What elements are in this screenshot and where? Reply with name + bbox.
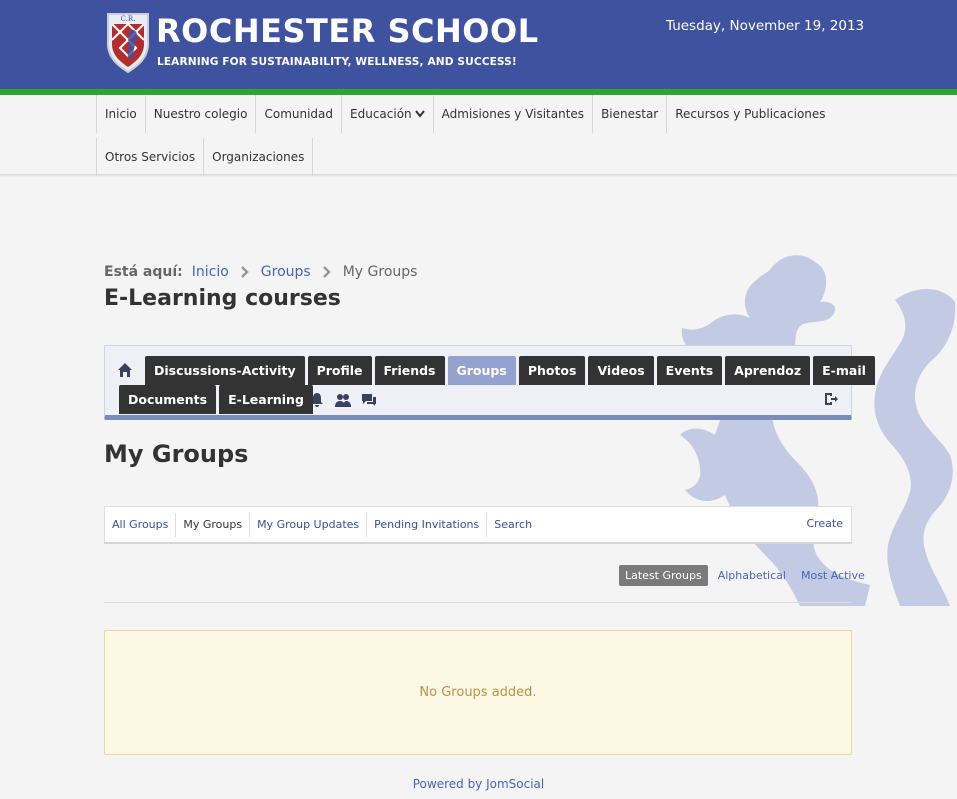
breadcrumb-link-inicio[interactable]: Inicio [192,264,229,280]
empty-groups-message: No Groups added. [419,685,537,700]
tab-documents[interactable]: Documents [119,385,217,414]
groups-subnav: All Groups My Groups My Group Updates Pe… [104,506,852,544]
nav-item-comunidad[interactable]: Comunidad [255,95,341,133]
lion-watermark-image [680,255,956,606]
empty-groups-notice: No Groups added. [104,630,852,755]
breadcrumb-current: My Groups [342,264,418,280]
home-icon[interactable] [117,362,133,378]
tab-e-learning[interactable]: E-Learning [219,385,313,414]
chevron-right-icon [322,266,331,278]
friends-requests-icon[interactable] [335,392,351,408]
subnav-my-group-updates[interactable]: My Group Updates [250,512,368,537]
tab-groups[interactable]: Groups [447,356,516,385]
divider [104,602,852,603]
section-title: My Groups [104,440,249,468]
site-header: C.R. ROCHESTER SCHOOL LEARNING FOR SUSTA… [0,0,957,89]
subnav-all-groups[interactable]: All Groups [105,512,177,537]
nav-item-educacion-label: Educación [350,107,412,121]
sort-options: Latest Groups Alphabetical Most Active [619,565,865,586]
logout-icon[interactable] [823,391,839,407]
messages-icon[interactable] [361,392,377,408]
tab-aprendoz[interactable]: Aprendoz [725,356,811,385]
create-group-link[interactable]: Create [806,517,843,530]
school-crest-logo[interactable]: C.R. [104,10,152,74]
nav-item-admisiones[interactable]: Admisiones y Visitantes [432,95,592,133]
tab-friends[interactable]: Friends [374,356,445,385]
sort-latest-groups-button[interactable]: Latest Groups [619,565,708,586]
crest-initials: C.R. [121,15,136,23]
header-date: Tuesday, November 19, 2013 [666,18,865,34]
site-title[interactable]: ROCHESTER SCHOOL [156,12,539,50]
tab-email[interactable]: E-mail [813,356,875,385]
breadcrumb: Está aquí: Inicio Groups My Groups [104,264,417,280]
tab-events[interactable]: Events [656,356,723,385]
nav-item-inicio[interactable]: Inicio [96,95,145,133]
tab-discussions-activity[interactable]: Discussions-Activity [145,356,305,385]
tab-photos[interactable]: Photos [518,356,586,385]
tab-videos[interactable]: Videos [588,356,654,385]
breadcrumb-label: Está aquí: [104,264,183,280]
site-tagline: LEARNING FOR SUSTAINABILITY, WELLNESS, A… [157,56,517,68]
sort-alphabetical-link[interactable]: Alphabetical [718,569,786,582]
breadcrumb-link-groups[interactable]: Groups [261,264,311,280]
subnav-search[interactable]: Search [487,513,539,537]
page-title: E-Learning courses [104,286,341,311]
nav-item-educacion[interactable]: Educación [341,95,433,133]
chevron-right-icon [240,266,249,278]
subnav-my-groups[interactable]: My Groups [176,512,251,537]
main-navigation: Inicio Nuestro colegio Comunidad Educaci… [0,95,957,176]
tab-profile[interactable]: Profile [307,356,372,385]
nav-item-organizaciones[interactable]: Organizaciones [203,138,314,176]
community-toolbar: Discussions-Activity Profile Friends Gro… [104,345,875,420]
notification-bell-icon[interactable] [309,392,325,408]
chevron-down-icon [414,110,425,118]
sort-most-active-link[interactable]: Most Active [801,569,865,582]
subnav-pending-invitations[interactable]: Pending Invitations [367,512,488,537]
nav-item-nuestro-colegio[interactable]: Nuestro colegio [144,95,256,133]
powered-by-link[interactable]: Powered by JomSocial [413,777,545,791]
nav-item-recursos[interactable]: Recursos y Publicaciones [666,95,833,133]
footer-powered-by: Powered by JomSocial [0,777,957,791]
nav-item-otros-servicios[interactable]: Otros Servicios [96,138,203,176]
nav-item-bienestar[interactable]: Bienestar [592,95,666,133]
